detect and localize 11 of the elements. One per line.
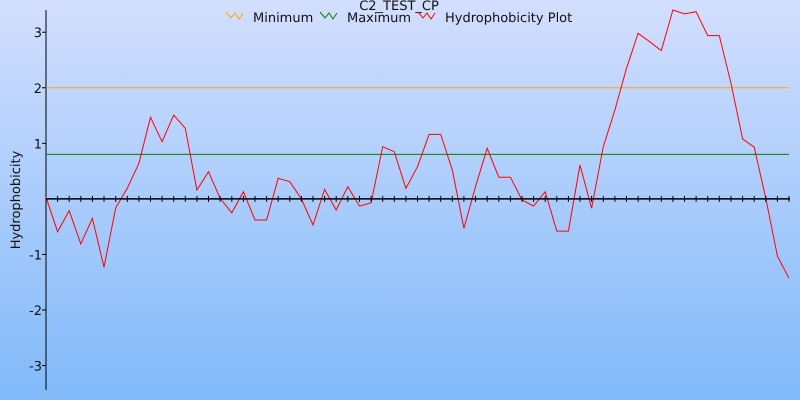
y-tick-label: 3: [34, 26, 42, 42]
chart-title: C2_TEST_CP: [359, 0, 439, 14]
legend-label: Maximum: [347, 11, 412, 26]
y-tick-label: -1: [29, 248, 42, 264]
legend-label: Minimum: [253, 11, 314, 26]
y-tick-label: 2: [34, 82, 42, 97]
axis-title: Hydrophobicity: [9, 150, 24, 250]
y-tick-label: -2: [29, 304, 42, 319]
y-tick-label: 1: [34, 137, 42, 152]
legend-label: Hydrophobicity Plot: [445, 11, 572, 26]
y-tick-label: -3: [29, 360, 42, 375]
